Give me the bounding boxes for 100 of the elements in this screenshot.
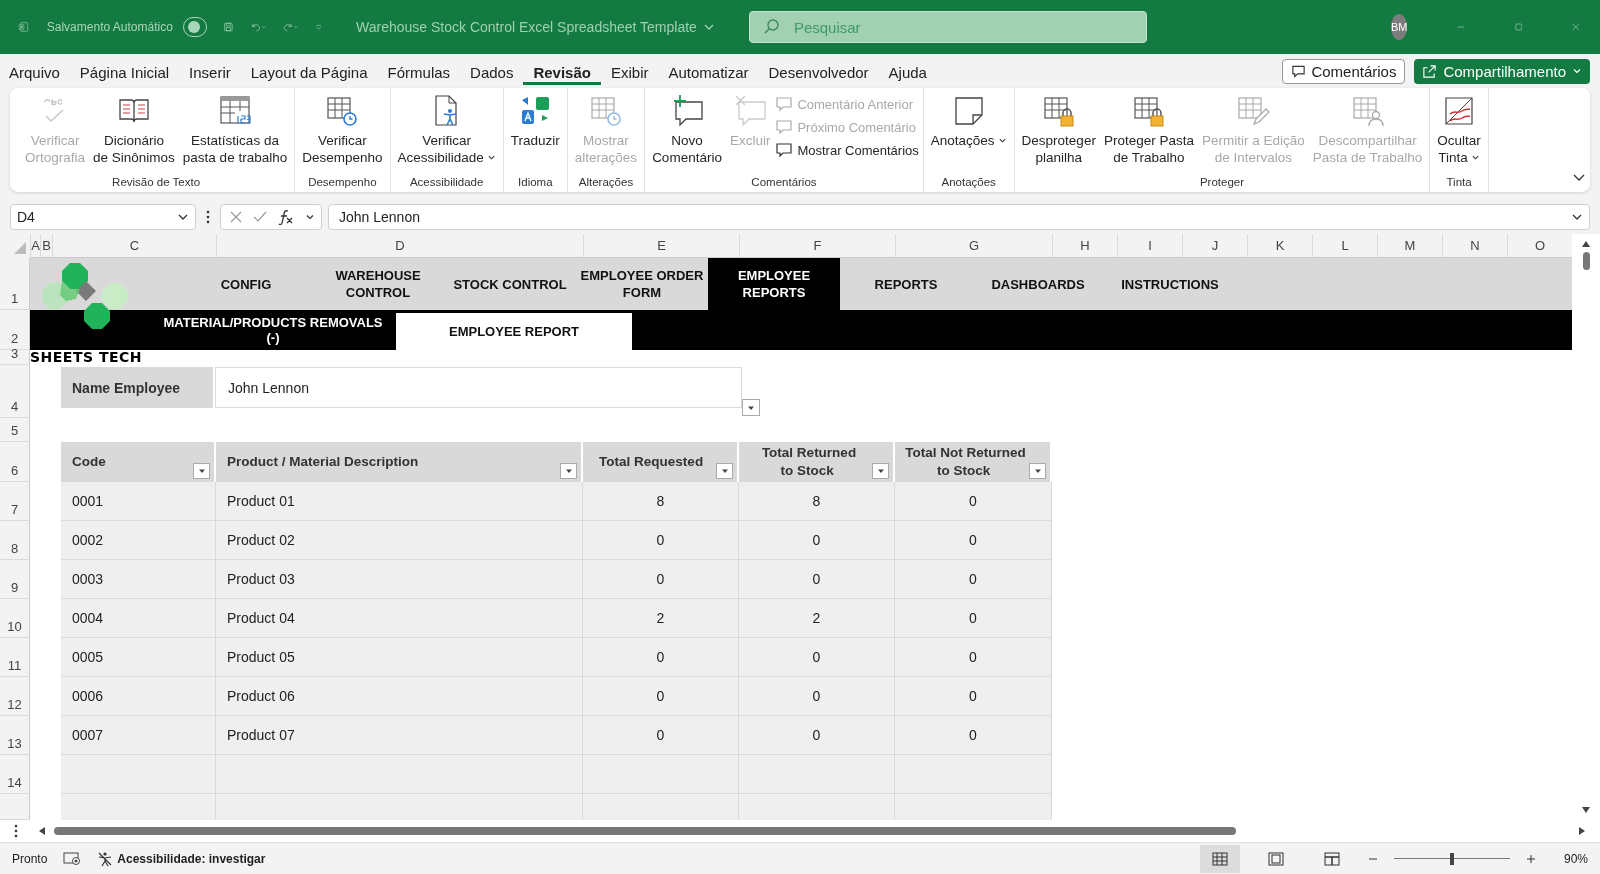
column-header[interactable]: I: [1117, 234, 1182, 258]
column-header[interactable]: D: [216, 234, 583, 258]
scroll-right-icon[interactable]: [1578, 826, 1586, 836]
table-cell: 0: [583, 521, 739, 560]
navigation-tab[interactable]: STOCK CONTROL: [444, 258, 576, 310]
ribbon-button[interactable]: Ocultar Tinta: [1434, 92, 1484, 168]
row-header[interactable]: 8: [0, 521, 30, 560]
ribbon-button[interactable]: Mostrar Comentários: [775, 142, 919, 158]
zoom-in-icon[interactable]: [1526, 853, 1536, 864]
column-header[interactable]: E: [583, 234, 739, 258]
menu-tab[interactable]: Automatizar: [658, 57, 759, 85]
navigation-tab[interactable]: REPORTS: [840, 258, 972, 310]
ribbon-button[interactable]: Desproteger planilha: [1018, 92, 1099, 168]
column-header[interactable]: K: [1247, 234, 1312, 258]
user-avatar[interactable]: BM: [1390, 14, 1408, 40]
ribbon-button[interactable]: Verificar Desempenho: [299, 92, 386, 168]
table-cell: Product 04: [216, 599, 583, 638]
navigation-tab[interactable]: DASHBOARDS: [972, 258, 1104, 310]
row-header[interactable]: 12: [0, 677, 30, 716]
row-header[interactable]: 1: [0, 258, 30, 310]
zoom-slider-thumb[interactable]: [1450, 852, 1454, 865]
column-header[interactable]: M: [1377, 234, 1442, 258]
row-header[interactable]: 10: [0, 599, 30, 638]
normal-view-icon[interactable]: [1200, 844, 1240, 873]
chevron-down-icon: [997, 136, 1007, 145]
table-clock-icon: [325, 94, 360, 128]
ribbon-group-label: Anotações: [941, 176, 996, 190]
column-header[interactable]: G: [895, 234, 1052, 258]
column-header[interactable]: H: [1052, 234, 1117, 258]
ribbon-button[interactable]: Traduzir: [507, 92, 563, 151]
row-header[interactable]: 6: [0, 442, 30, 482]
menu-tab[interactable]: Inserir: [179, 57, 241, 85]
column-header[interactable]: C: [52, 234, 216, 258]
dropdown-button[interactable]: [742, 399, 760, 416]
table-cell: 0001: [61, 482, 216, 521]
ribbon-button[interactable]: Verificar Acessibilidade: [394, 92, 499, 168]
column-header[interactable]: J: [1182, 234, 1247, 258]
share-button[interactable]: Compartilhamento: [1414, 58, 1590, 84]
column-header[interactable]: L: [1312, 234, 1377, 258]
navigation-tab[interactable]: CONFIG: [180, 258, 312, 310]
row-header[interactable]: 11: [0, 638, 30, 677]
table-cell: 0: [583, 716, 739, 755]
menu-tab[interactable]: Arquivo: [9, 57, 70, 85]
filter-button[interactable]: [193, 463, 210, 479]
scroll-down-icon[interactable]: [1581, 806, 1591, 814]
sub-navigation-tab[interactable]: EMPLOYEE REPORT: [396, 313, 632, 350]
name-box[interactable]: D4: [10, 204, 196, 230]
filter-button[interactable]: [560, 463, 577, 479]
row-header[interactable]: 4: [0, 365, 30, 418]
row-header[interactable]: 3: [0, 350, 30, 365]
scroll-thumb[interactable]: [1582, 252, 1590, 270]
menu-tab[interactable]: Layout da Página: [240, 57, 378, 85]
function-icon[interactable]: [277, 209, 295, 225]
scroll-up-icon[interactable]: [1581, 240, 1591, 248]
cancel-icon[interactable]: [229, 210, 243, 224]
menu-tab[interactable]: Revisão: [523, 57, 601, 85]
navigation-tab[interactable]: EMPLOYEE ORDER FORM: [576, 258, 708, 310]
column-header[interactable]: O: [1507, 234, 1572, 258]
menu-tab[interactable]: Ajuda: [878, 57, 937, 85]
ribbon-button[interactable]: Dicionário de Sinônimos: [90, 92, 178, 168]
zoom-level[interactable]: 90%: [1552, 851, 1588, 866]
row-header[interactable]: 13: [0, 716, 30, 755]
comments-button[interactable]: Comentários: [1282, 58, 1406, 84]
row-header[interactable]: 14: [0, 755, 30, 794]
accessibility-button[interactable]: Acessibilidade: investigar: [97, 850, 266, 867]
search-field[interactable]: Pesquisar: [748, 11, 1147, 43]
scroll-left-icon[interactable]: [38, 826, 46, 836]
menu-tab[interactable]: Desenvolvedor: [758, 57, 879, 85]
ribbon-button[interactable]: Proteger Pasta de Trabalho: [1100, 92, 1197, 168]
row-header[interactable]: 7: [0, 482, 30, 521]
formula-field[interactable]: John Lennon: [328, 204, 1590, 230]
table-cell: 0: [583, 677, 739, 716]
employee-field[interactable]: John Lennon: [215, 367, 742, 408]
filter-button[interactable]: [872, 463, 889, 479]
comment-icon: [1291, 63, 1307, 79]
filter-button[interactable]: [1029, 463, 1046, 479]
filter-button[interactable]: [716, 463, 733, 479]
macro-record-icon[interactable]: [63, 851, 82, 866]
menu-tab[interactable]: Dados: [460, 57, 524, 85]
navigation-tab[interactable]: WAREHOUSE CONTROL: [312, 258, 444, 310]
menu-tab[interactable]: Página Inicial: [69, 57, 180, 85]
more-icon[interactable]: [206, 210, 210, 224]
row-header[interactable]: 2: [0, 310, 30, 350]
ribbon-button[interactable]: Anotações: [927, 92, 1010, 151]
menu-tab[interactable]: Exibir: [600, 57, 659, 85]
row-header[interactable]: 9: [0, 560, 30, 599]
navigation-tab[interactable]: EMPLOYEE REPORTS: [708, 258, 840, 310]
ribbon-button[interactable]: Estatísticas da pasta de trabalho: [179, 92, 291, 168]
ribbon-group-label: Tinta: [1446, 176, 1472, 190]
column-header[interactable]: B: [40, 234, 52, 258]
ribbon-group-label: Proteger: [1199, 176, 1244, 190]
chevron-down-icon[interactable]: [305, 212, 315, 222]
menu-tab[interactable]: Fórmulas: [377, 57, 461, 85]
navigation-tab[interactable]: INSTRUCTIONS: [1104, 258, 1236, 310]
column-header[interactable]: F: [739, 234, 895, 258]
more-icon[interactable]: [14, 824, 18, 838]
column-header[interactable]: N: [1442, 234, 1507, 258]
ribbon-button[interactable]: Novo Comentário: [649, 92, 725, 168]
check-icon[interactable]: [253, 210, 267, 224]
row-header[interactable]: 5: [0, 418, 30, 442]
